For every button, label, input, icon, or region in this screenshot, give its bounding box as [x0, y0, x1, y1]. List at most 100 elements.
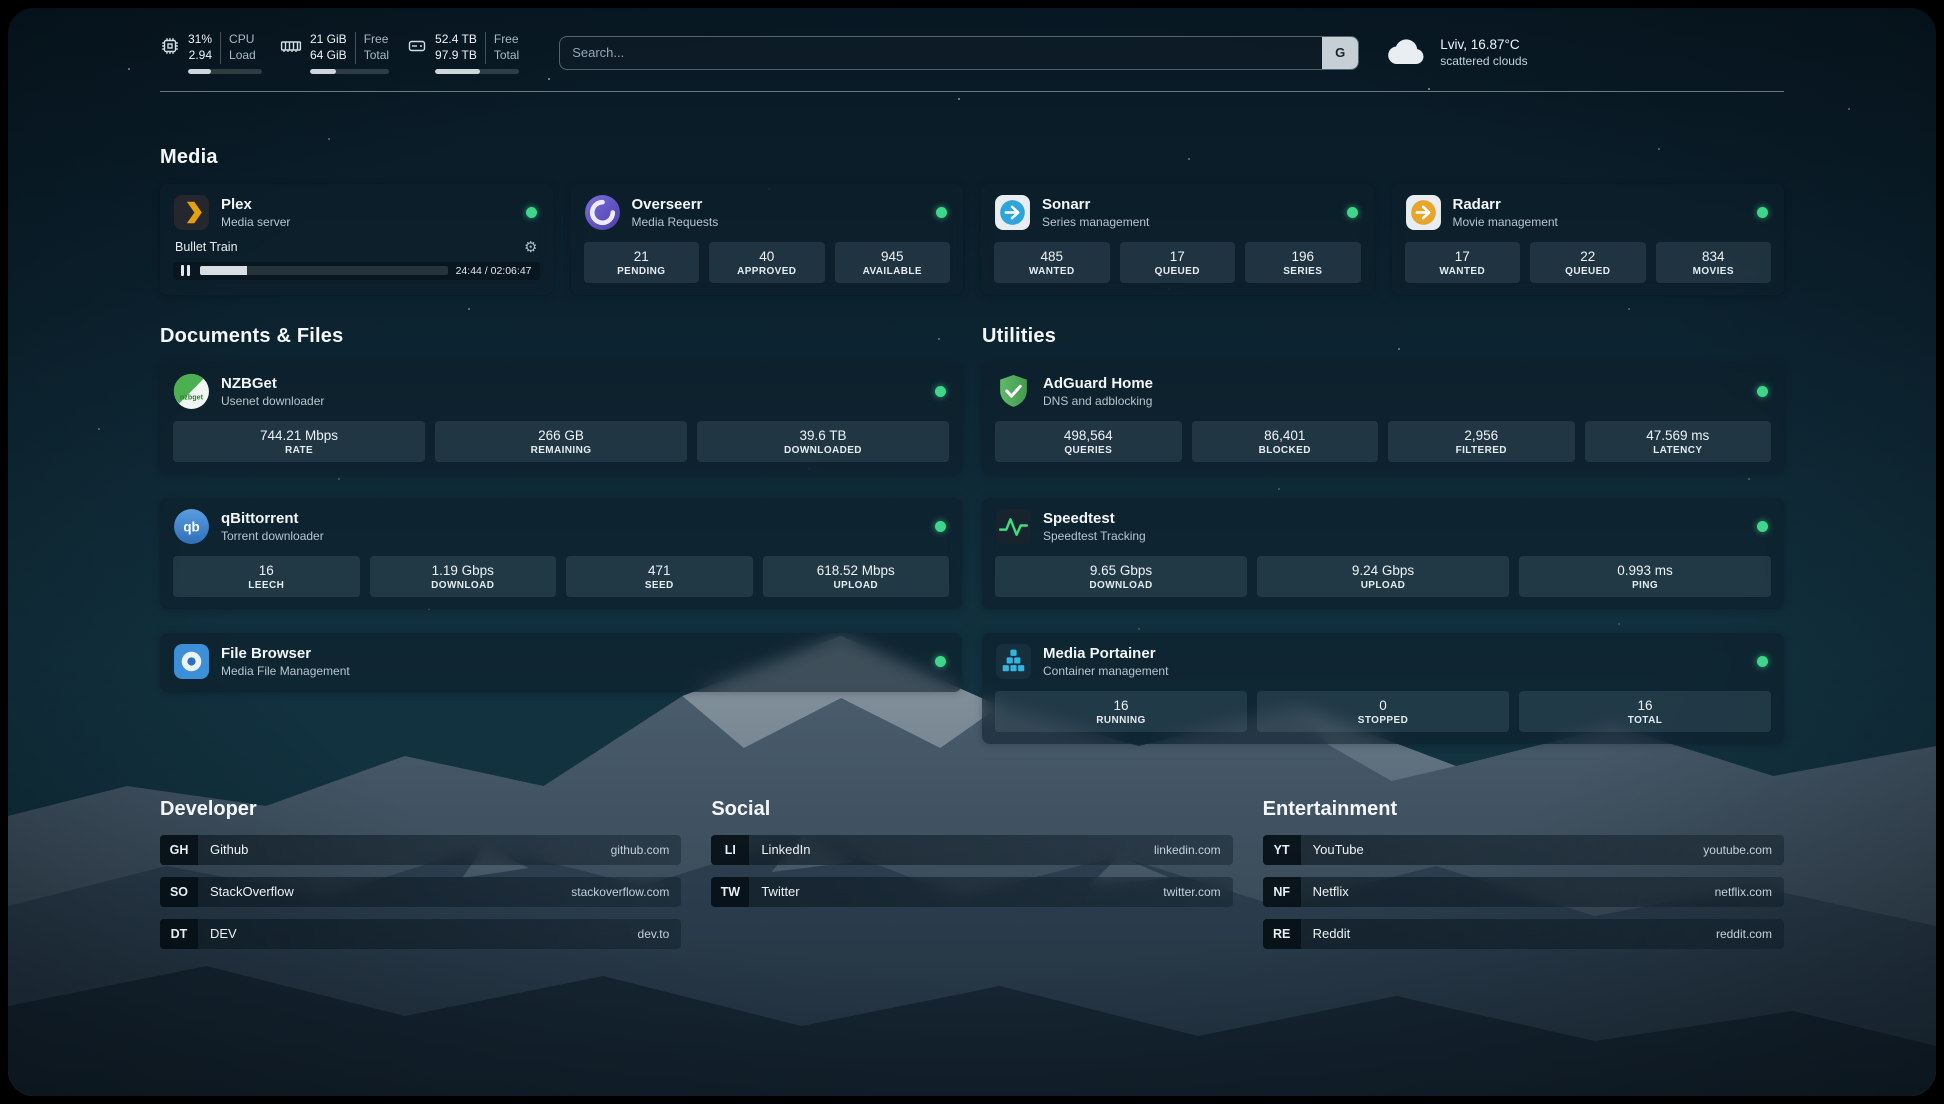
stat-upload: 9.24 Gbps UPLOAD	[1257, 556, 1509, 597]
service-card-radarr[interactable]: Radarr Movie management 17 WANTED 22 QUE…	[1392, 184, 1785, 295]
search-engine-button[interactable]: G	[1322, 37, 1358, 69]
service-name: Media Portainer	[1043, 645, 1168, 662]
service-subtitle: Container management	[1043, 664, 1168, 678]
plex-icon	[173, 194, 210, 231]
topbar-divider	[160, 91, 1784, 92]
status-dot	[526, 207, 537, 218]
group-title-social: Social	[711, 798, 1232, 821]
stat-downloaded: 39.6 TB DOWNLOADED	[697, 421, 949, 462]
bookmark-abbr: NF	[1263, 877, 1301, 907]
group-title-entertainment: Entertainment	[1263, 798, 1784, 821]
stat-queued: 17 QUEUED	[1120, 242, 1236, 283]
bookmark-reddit[interactable]: RE Reddit reddit.com	[1263, 919, 1784, 949]
service-subtitle: Media File Management	[221, 664, 350, 678]
stat-leech: 16 LEECH	[173, 556, 360, 597]
stat-wanted: 17 WANTED	[1405, 242, 1521, 283]
bookmark-twitter[interactable]: TW Twitter twitter.com	[711, 877, 1232, 907]
bookmark-name: Netflix	[1313, 884, 1349, 899]
status-dot	[935, 386, 946, 397]
service-name: Sonarr	[1042, 196, 1149, 213]
bookmark-abbr: GH	[160, 835, 198, 865]
bookmark-abbr: RE	[1263, 919, 1301, 949]
service-card-filebrowser[interactable]: File Browser Media File Management	[160, 633, 962, 692]
bookmark-name: Reddit	[1313, 926, 1351, 941]
gear-icon[interactable]: ⚙	[524, 240, 537, 255]
service-subtitle: Usenet downloader	[221, 394, 324, 408]
bookmark-stackoverflow[interactable]: SO StackOverflow stackoverflow.com	[160, 877, 681, 907]
bookmark-url: twitter.com	[1163, 885, 1220, 899]
stat-available: 945 AVAILABLE	[835, 242, 951, 283]
bookmark-youtube[interactable]: YT YouTube youtube.com	[1263, 835, 1784, 865]
service-name: NZBGet	[221, 375, 324, 392]
stat-total: 16 TOTAL	[1519, 691, 1771, 732]
bookmark-name: LinkedIn	[761, 842, 810, 857]
service-subtitle: Torrent downloader	[221, 529, 324, 543]
bookmark-name: Github	[210, 842, 248, 857]
service-card-sonarr[interactable]: Sonarr Series management 485 WANTED 17 Q…	[981, 184, 1374, 295]
cpu-load-average: 2.94	[189, 48, 212, 64]
pause-button[interactable]	[179, 265, 192, 276]
status-dot	[1757, 521, 1768, 532]
adguard-icon	[995, 373, 1032, 410]
disk-free-value: 52.4 TB	[435, 32, 477, 48]
svg-text:qb: qb	[183, 519, 199, 534]
service-card-qbittorrent[interactable]: qb qBittorrent Torrent downloader	[160, 498, 962, 609]
bookmark-abbr: LI	[711, 835, 749, 865]
stat-blocked: 86,401 BLOCKED	[1192, 421, 1379, 462]
memory-usage-bar	[310, 69, 389, 74]
bookmark-group-entertainment: Entertainment YT YouTube youtube.com NF …	[1263, 798, 1784, 949]
bookmark-linkedin[interactable]: LI LinkedIn linkedin.com	[711, 835, 1232, 865]
service-card-plex[interactable]: Plex Media server Bullet Train ⚙	[160, 184, 553, 295]
qbittorrent-icon: qb	[173, 508, 210, 545]
service-card-nzbget[interactable]: nzbget NZBGet Usenet downloader 74	[160, 363, 962, 474]
bookmark-dev[interactable]: DT DEV dev.to	[160, 919, 681, 949]
weather-widget: Lviv, 16.87°C scattered clouds	[1385, 37, 1527, 69]
search-input[interactable]	[560, 37, 1322, 69]
svg-text:nzbget: nzbget	[180, 392, 204, 401]
service-card-adguard[interactable]: AdGuard Home DNS and adblocking 498,564 …	[982, 363, 1784, 474]
bookmark-name: Twitter	[761, 884, 799, 899]
section-utilities: Utilities	[982, 325, 1784, 744]
section-documents: Documents & Files nzbget	[160, 325, 962, 744]
plex-now-playing: Bullet Train ⚙ 24:44 / 02:06:47	[173, 240, 540, 280]
stat-series: 196 SERIES	[1245, 242, 1361, 283]
now-playing-title: Bullet Train	[175, 240, 238, 254]
bookmark-github[interactable]: GH Github github.com	[160, 835, 681, 865]
memory-free-label: Free	[364, 32, 389, 48]
section-title-utilities: Utilities	[982, 325, 1784, 348]
search-bar: G	[559, 36, 1359, 70]
bookmark-abbr: DT	[160, 919, 198, 949]
stat-stopped: 0 STOPPED	[1257, 691, 1509, 732]
bookmark-netflix[interactable]: NF Netflix netflix.com	[1263, 877, 1784, 907]
weather-condition: scattered clouds	[1440, 54, 1527, 68]
stat-download: 1.19 Gbps DOWNLOAD	[370, 556, 557, 597]
cpu-percent: 31%	[188, 32, 212, 48]
bookmark-name: YouTube	[1313, 842, 1364, 857]
radarr-icon	[1405, 194, 1442, 231]
service-name: Speedtest	[1043, 510, 1146, 527]
bookmark-url: netflix.com	[1715, 885, 1772, 899]
stat-running: 16 RUNNING	[995, 691, 1247, 732]
sonarr-icon	[994, 194, 1031, 231]
stat-ping: 0.993 ms PING	[1519, 556, 1771, 597]
dashboard-screen: 31% 2.94 CPU Load	[8, 8, 1936, 1096]
stat-download: 9.65 Gbps DOWNLOAD	[995, 556, 1247, 597]
bookmark-group-social: Social LI LinkedIn linkedin.com TW Twitt…	[711, 798, 1232, 949]
playback-progress-bar	[200, 266, 448, 275]
bookmark-name: DEV	[210, 926, 237, 941]
overseerr-icon	[584, 194, 621, 231]
status-dot	[935, 521, 946, 532]
service-card-speedtest[interactable]: Speedtest Speedtest Tracking 9.65 Gbps D…	[982, 498, 1784, 609]
service-card-portainer[interactable]: Media Portainer Container management 16 …	[982, 633, 1784, 744]
status-dot	[1757, 656, 1768, 667]
stat-latency: 47.569 ms LATENCY	[1585, 421, 1772, 462]
service-name: Overseerr	[632, 196, 719, 213]
service-name: Radarr	[1453, 196, 1558, 213]
stat-filtered: 2,956 FILTERED	[1388, 421, 1575, 462]
cloud-icon	[1385, 37, 1429, 69]
status-dot	[1757, 386, 1768, 397]
service-subtitle: Media Requests	[632, 215, 719, 229]
disk-total-label: Total	[494, 48, 519, 64]
bookmark-name: StackOverflow	[210, 884, 294, 899]
service-card-overseerr[interactable]: Overseerr Media Requests 21 PENDING 40 A…	[571, 184, 964, 295]
